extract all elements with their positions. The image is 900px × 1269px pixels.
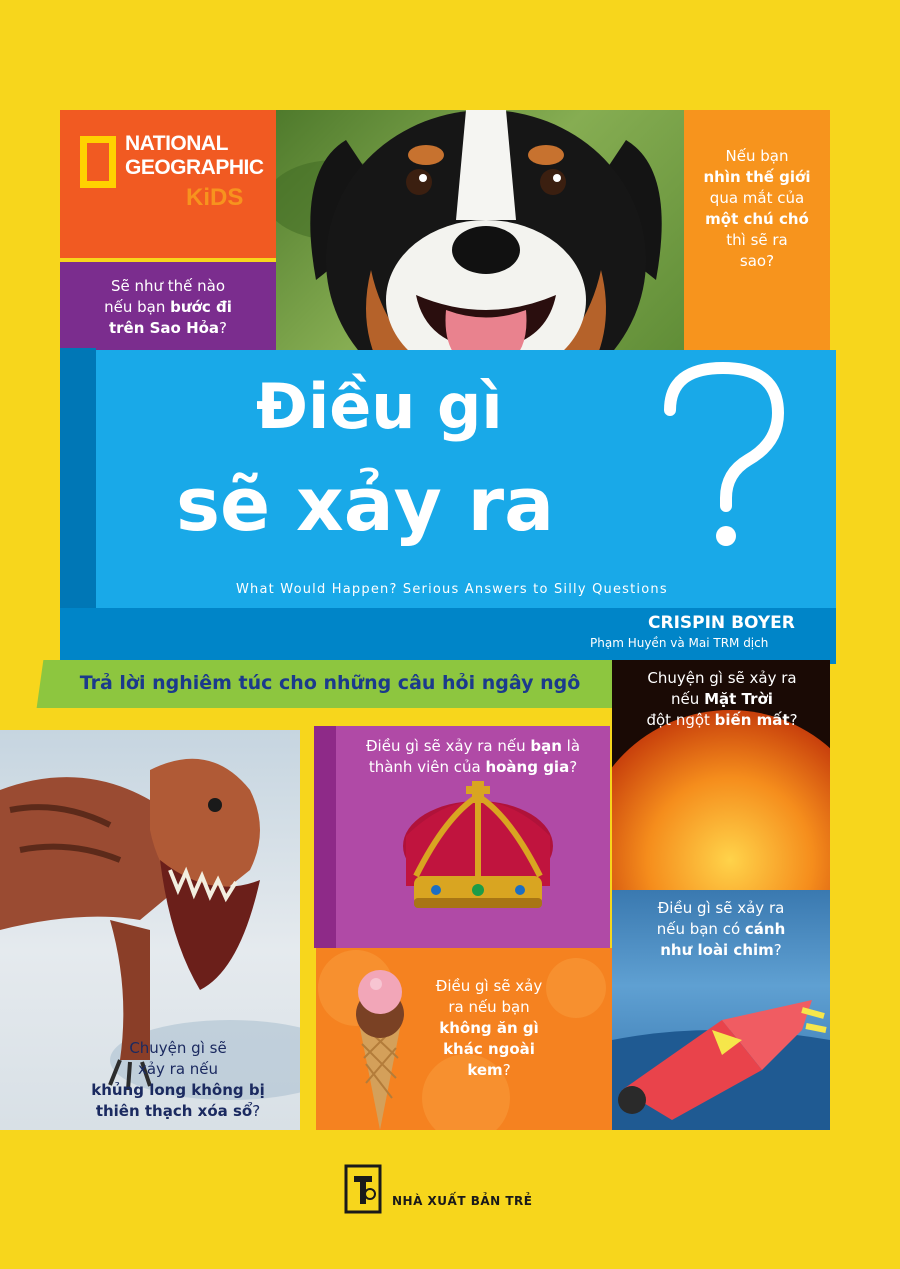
- translators: Phạm Huyền và Mai TRM dịch: [590, 636, 769, 650]
- author-name: CRISPIN BOYER: [648, 613, 795, 633]
- dog-question-panel: Nếu bạn nhìn thế giới qua mắt của một ch…: [684, 110, 830, 368]
- mars-question: Sẽ như thế nào nếu bạn bước đi trên Sao …: [104, 277, 232, 337]
- title-line2: sẽ xảy ra: [176, 462, 555, 548]
- dog-question: Nếu bạn nhìn thế giới qua mắt của một ch…: [703, 147, 811, 270]
- title-line1: Điều gì: [256, 370, 503, 443]
- brand-kids: KiDS: [186, 184, 244, 211]
- dog-illustration: [276, 110, 662, 378]
- yellow-frame-logo-icon: [80, 136, 116, 188]
- brand-line1: NATIONAL: [125, 132, 228, 155]
- crown-panel-shade: [314, 726, 336, 948]
- brand-name: NATIONAL GEOGRAPHIC: [125, 132, 290, 180]
- title-panel-shade: [60, 348, 96, 648]
- publisher-logo-icon: [344, 1164, 382, 1214]
- tagline: Trả lời nghiêm túc cho những câu hỏi ngâ…: [79, 672, 581, 694]
- english-subtitle: What Would Happen? Serious Answers to Si…: [236, 582, 668, 597]
- ice-cream-question: Điều gì sẽ xảy ra nếu bạn không ăn gì kh…: [435, 977, 543, 1079]
- publisher-name: NHÀ XUẤT BẢN TRẺ: [392, 1194, 533, 1208]
- crown-question: Điều gì sẽ xảy ra nếu bạn là thành viên …: [365, 737, 581, 776]
- sun-question: Chuyện gì sẽ xảy ra nếu Mặt Trời đột ngộ…: [646, 669, 798, 729]
- dinosaur-question: Chuyện gì sẽ xảy ra nếu khủng long không…: [91, 1039, 265, 1120]
- wingsuit-question: Điều gì sẽ xảy ra nếu bạn có cánh như lo…: [656, 899, 786, 959]
- book-cover: NATIONAL GEOGRAPHIC KiDS Sẽ như thế nào …: [0, 0, 900, 1269]
- question-mark-icon: [664, 361, 785, 546]
- dog-photo: [276, 110, 696, 378]
- brand-line2: GEOGRAPHIC: [125, 156, 264, 179]
